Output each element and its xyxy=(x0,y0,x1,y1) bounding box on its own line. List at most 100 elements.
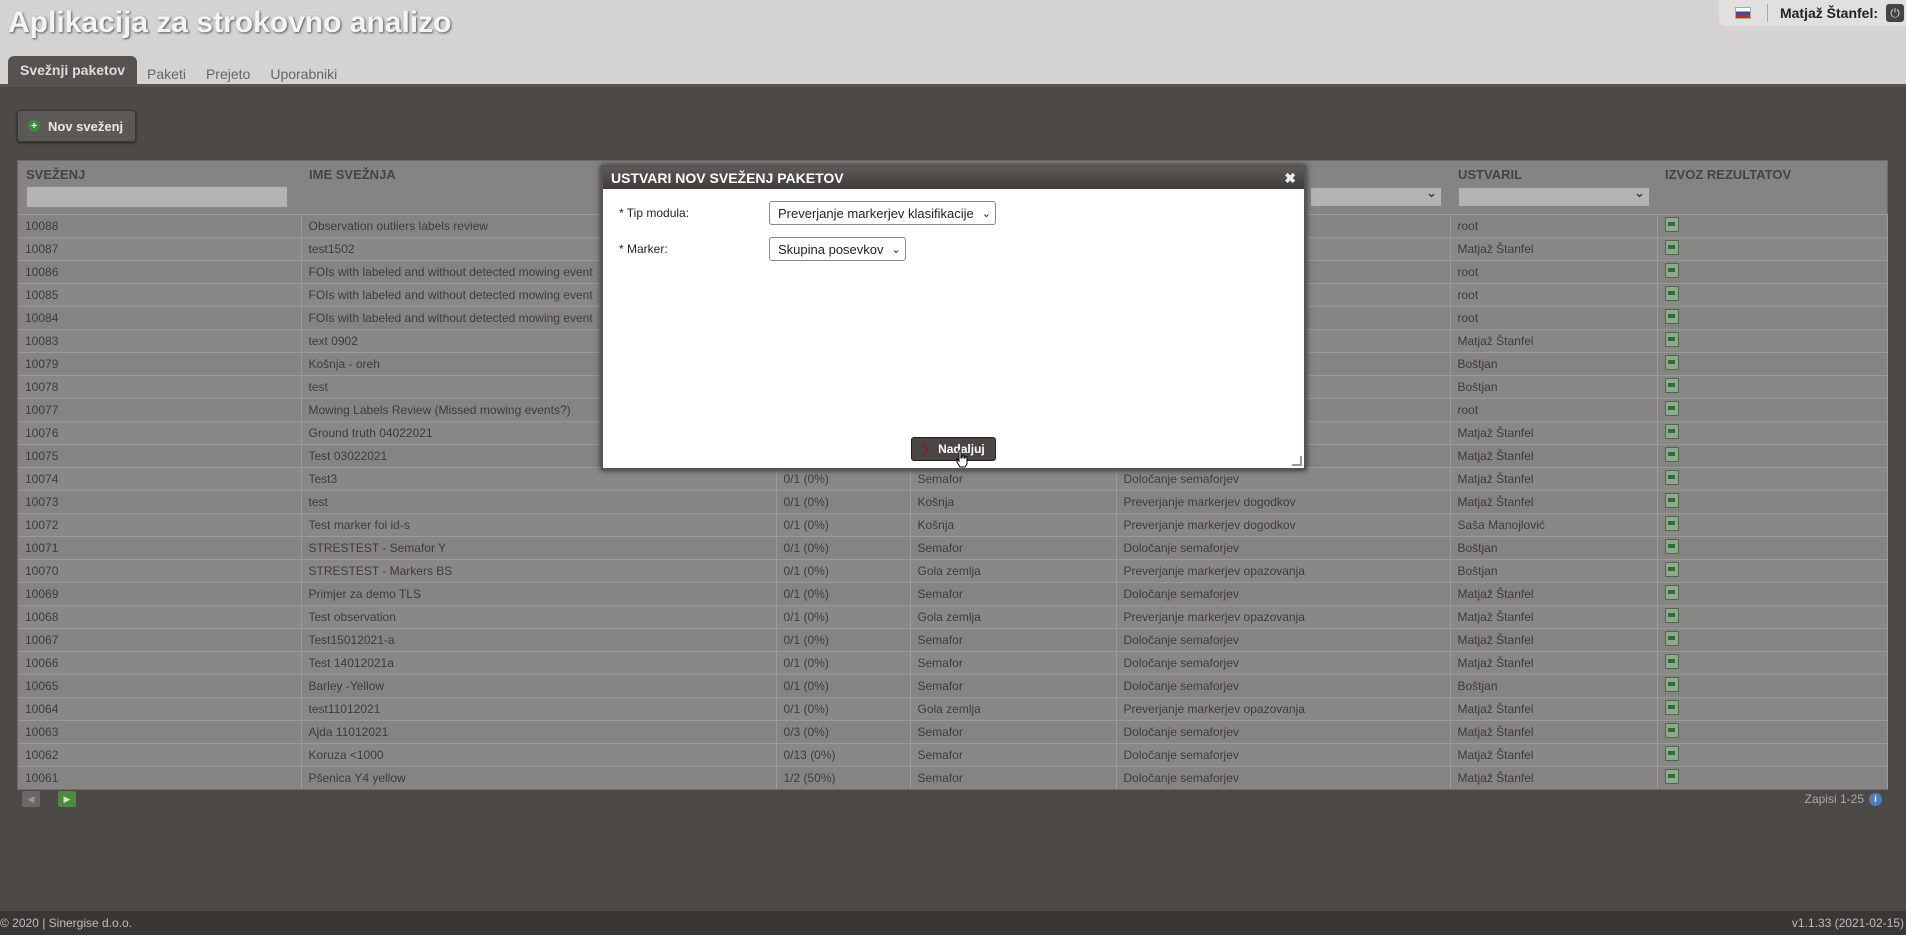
table-row[interactable]: 10071 STRESTEST - Semafor Y 0/1 (0%) Semafo… xyxy=(18,536,1888,560)
table-cell: Matjaž Štanfel xyxy=(1450,628,1658,652)
export-cell xyxy=(1657,375,1888,399)
column-header[interactable]: USTVARIL xyxy=(1450,161,1657,184)
table-row[interactable]: 10069 Primjer za demo TLS 0/1 (0%) Semafor D… xyxy=(18,582,1888,606)
export-icon[interactable] xyxy=(1664,562,1679,577)
table-cell: 10067 xyxy=(18,628,302,652)
logout-icon[interactable]: ⏻ xyxy=(1886,4,1904,22)
export-cell xyxy=(1657,490,1888,514)
table-row[interactable]: 10072 Test marker foi id-s 0/1 (0%) Košnja P… xyxy=(18,513,1888,537)
table-cell: 10061 xyxy=(18,766,302,789)
table-cell: 10088 xyxy=(18,214,302,238)
table-cell: 10084 xyxy=(18,306,302,330)
export-icon[interactable] xyxy=(1664,309,1679,324)
export-cell xyxy=(1657,352,1888,376)
table-cell: 1/2 (50%) xyxy=(776,766,911,789)
export-icon[interactable] xyxy=(1664,769,1679,784)
export-icon[interactable] xyxy=(1664,516,1679,531)
export-icon[interactable] xyxy=(1664,608,1679,623)
export-icon[interactable] xyxy=(1664,447,1679,462)
export-cell xyxy=(1657,283,1888,307)
table-cell: Določanje semaforjev xyxy=(1116,582,1451,606)
create-bundle-dialog: USTVARI NOV SVEŽENJ PAKETOV ✖ * Tip modu… xyxy=(601,165,1306,470)
export-icon[interactable] xyxy=(1664,240,1679,255)
column-header[interactable]: IZVOZ REZULTATOV xyxy=(1657,161,1887,184)
export-icon[interactable] xyxy=(1664,378,1679,393)
table-cell: Gola zemlja xyxy=(910,697,1117,721)
table-cell: Določanje semaforjev xyxy=(1116,651,1451,675)
user-name[interactable]: Matjaž Štanfel: xyxy=(1780,5,1878,21)
export-icon[interactable] xyxy=(1664,263,1679,278)
table-cell: Matjaž Štanfel xyxy=(1450,651,1658,675)
export-icon[interactable] xyxy=(1664,286,1679,301)
info-icon[interactable]: i xyxy=(1869,792,1882,806)
table-cell: Test 14012021a xyxy=(301,651,777,675)
module-type-select[interactable]: Preverjanje markerjev klasifikacije ⌄ xyxy=(769,201,997,225)
export-icon[interactable] xyxy=(1664,217,1679,232)
table-cell: root xyxy=(1450,283,1658,307)
table-row[interactable]: 10074 Test3 0/1 (0%) Semafor Določanje semaf… xyxy=(18,467,1888,491)
export-icon[interactable] xyxy=(1664,677,1679,692)
table-row[interactable]: 10063 Ajda 11012021 0/3 (0%) Semafor Določan… xyxy=(18,720,1888,744)
table-cell: Semafor xyxy=(910,467,1117,491)
export-icon[interactable] xyxy=(1664,700,1679,715)
export-icon[interactable] xyxy=(1664,585,1679,600)
table-cell: Določanje semaforjev xyxy=(1116,743,1451,767)
records-label: Zapisi 1-25 xyxy=(1804,792,1864,806)
table-row[interactable]: 10073 test 0/1 (0%) Košnja Preverjanje marke… xyxy=(18,490,1888,514)
table-cell: Semafor xyxy=(910,743,1117,767)
table-cell: 10078 xyxy=(18,375,302,399)
table-cell: Test observation xyxy=(301,605,777,629)
chevron-down-icon: ⌄ xyxy=(981,207,992,220)
table-row[interactable]: 10064 test11012021 0/1 (0%) Gola zemlja Prev… xyxy=(18,697,1888,721)
export-icon[interactable] xyxy=(1664,355,1679,370)
export-icon[interactable] xyxy=(1664,746,1679,761)
table-row[interactable]: 10061 Pšenica Y4 yellow 1/2 (50%) Semafor Do… xyxy=(18,766,1888,789)
table-cell: root xyxy=(1450,260,1658,284)
new-bundle-label: Nov sveženj xyxy=(48,118,124,134)
table-cell: Matjaž Štanfel xyxy=(1450,720,1658,744)
id-filter-input[interactable] xyxy=(26,186,288,208)
table-cell: Semafor xyxy=(910,536,1117,560)
plus-icon: + xyxy=(28,120,40,132)
export-cell xyxy=(1657,743,1888,767)
arrow-right-icon: ❯ xyxy=(920,442,931,456)
table-cell: Semafor xyxy=(910,582,1117,606)
marker-select[interactable]: Skupina posevkov ⌄ xyxy=(769,237,906,261)
column-header[interactable]: SVEŽENJ xyxy=(18,161,301,184)
export-icon[interactable] xyxy=(1664,332,1679,347)
creator-filter-select[interactable] xyxy=(1458,185,1650,207)
table-row[interactable]: 10070 STRESTEST - Markers BS 0/1 (0%) Gola … xyxy=(18,559,1888,583)
type-filter-select[interactable] xyxy=(1310,185,1442,207)
export-icon[interactable] xyxy=(1664,424,1679,439)
table-cell: root xyxy=(1450,214,1658,238)
prev-page-button[interactable]: ◀ xyxy=(22,791,40,807)
export-icon[interactable] xyxy=(1664,493,1679,508)
new-bundle-button[interactable]: + Nov sveženj xyxy=(17,110,137,142)
export-icon[interactable] xyxy=(1664,723,1679,738)
export-icon[interactable] xyxy=(1664,401,1679,416)
table-row[interactable]: 10065 Barley -Yellow 0/1 (0%) Semafor Določa… xyxy=(18,674,1888,698)
export-cell xyxy=(1657,605,1888,629)
chevron-down-icon: ⌄ xyxy=(891,243,901,256)
table-row[interactable]: 10062 Koruza <1000 0/13 (0%) Semafor Določan… xyxy=(18,743,1888,767)
language-flag-icon[interactable] xyxy=(1734,7,1751,19)
table-row[interactable]: 10067 Test15012021-a 0/1 (0%) Semafor Določa… xyxy=(18,628,1888,652)
table-row[interactable]: 10068 Test observation 0/1 (0%) Gola zemlja… xyxy=(18,605,1888,629)
table-cell: Semafor xyxy=(910,651,1117,675)
export-icon[interactable] xyxy=(1664,631,1679,646)
export-cell xyxy=(1657,559,1888,583)
table-cell: 10076 xyxy=(18,421,302,445)
pager: ◀ ▶ xyxy=(22,791,94,807)
table-cell: Matjaž Štanfel xyxy=(1450,421,1658,445)
export-icon[interactable] xyxy=(1664,470,1679,485)
table-cell: Gola zemlja xyxy=(910,559,1117,583)
table-cell: Preverjanje markerjev dogodkov xyxy=(1116,490,1451,514)
table-cell: 0/1 (0%) xyxy=(776,605,911,629)
export-icon[interactable] xyxy=(1664,539,1679,554)
close-icon[interactable]: ✖ xyxy=(1284,167,1296,189)
table-row[interactable]: 10066 Test 14012021a 0/1 (0%) Semafor Določa… xyxy=(18,651,1888,675)
export-icon[interactable] xyxy=(1664,654,1679,669)
resize-handle[interactable] xyxy=(1292,456,1302,466)
next-page-button[interactable]: ▶ xyxy=(58,791,76,807)
continue-button[interactable]: ❯ Nadaljuj xyxy=(911,437,996,461)
